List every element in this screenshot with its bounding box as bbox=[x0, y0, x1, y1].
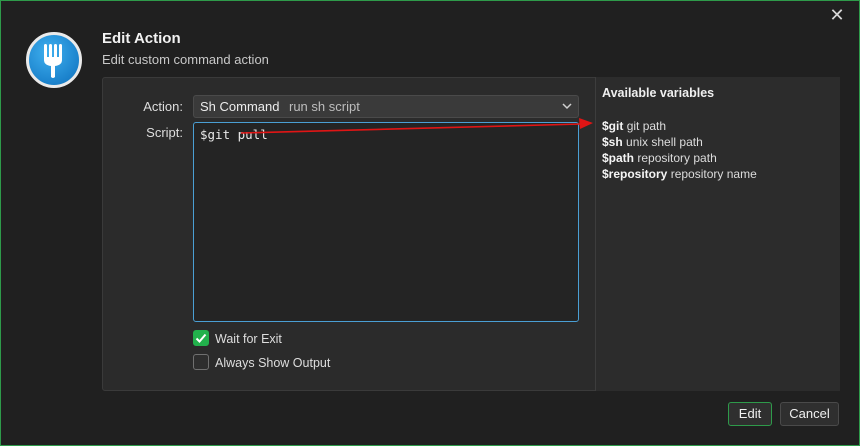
variable-name: $repository bbox=[602, 167, 668, 181]
wait-for-exit-checkbox[interactable] bbox=[193, 330, 209, 346]
action-select[interactable]: Sh Command run sh script bbox=[193, 95, 579, 118]
variable-desc: unix shell path bbox=[626, 135, 703, 149]
cancel-button[interactable]: Cancel bbox=[780, 402, 839, 426]
checkmark-icon bbox=[195, 333, 207, 343]
variable-desc: repository name bbox=[670, 167, 757, 181]
variables-title: Available variables bbox=[602, 86, 715, 100]
variable-name: $sh bbox=[602, 135, 623, 149]
always-show-output-label[interactable]: Always Show Output bbox=[215, 356, 330, 370]
variable-desc: git path bbox=[626, 119, 667, 133]
action-select-value: Sh Command bbox=[200, 99, 280, 114]
variable-name: $path bbox=[602, 151, 635, 165]
action-label: Action: bbox=[143, 99, 183, 114]
dialog-title: Edit Action bbox=[102, 30, 181, 47]
variable-desc: repository path bbox=[637, 151, 717, 165]
variable-item: $sh unix shell path bbox=[602, 135, 703, 149]
edit-button[interactable]: Edit bbox=[728, 402, 772, 426]
variable-item: $repository repository name bbox=[602, 167, 757, 181]
fork-icon bbox=[26, 32, 82, 88]
close-icon[interactable]: ✕ bbox=[829, 6, 845, 24]
wait-for-exit-label[interactable]: Wait for Exit bbox=[215, 332, 282, 346]
script-input[interactable]: $git pull bbox=[193, 122, 579, 322]
variable-name: $git bbox=[602, 119, 624, 133]
variable-item: $git git path bbox=[602, 119, 666, 133]
variable-item: $path repository path bbox=[602, 151, 717, 165]
edit-action-dialog: ✕ Edit Action Edit custom command action… bbox=[0, 0, 860, 446]
dialog-subtitle: Edit custom command action bbox=[102, 52, 269, 67]
script-label: Script: bbox=[146, 125, 183, 140]
always-show-output-checkbox[interactable] bbox=[193, 354, 209, 370]
chevron-down-icon bbox=[562, 103, 572, 110]
action-select-description: run sh script bbox=[289, 99, 360, 114]
